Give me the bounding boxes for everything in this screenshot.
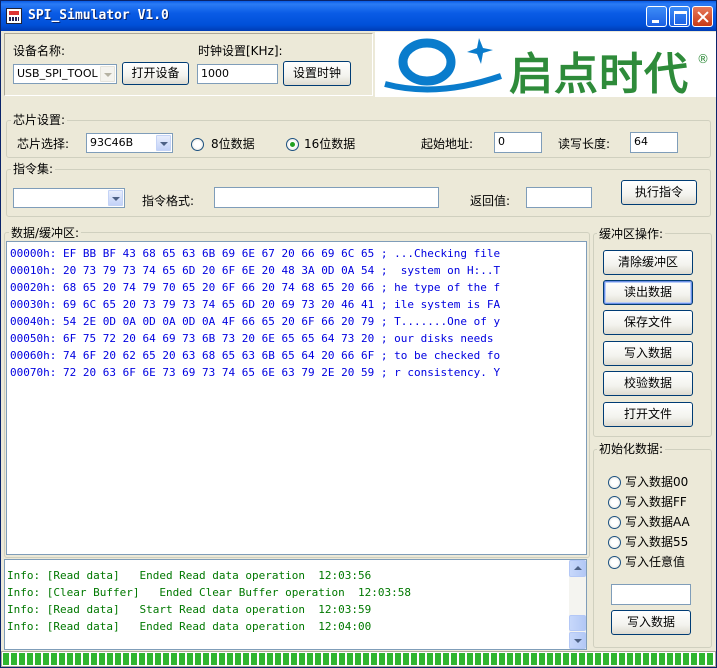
clock-input[interactable]: 1000 [197, 64, 278, 84]
radio-8bit-label[interactable]: 8位数据 [211, 137, 255, 151]
execute-command-button[interactable]: 执行指令 [621, 180, 697, 205]
init-data-title: 初始化数据: [597, 442, 666, 456]
radio-8bit[interactable] [191, 138, 204, 151]
command-select[interactable] [13, 188, 125, 208]
minimize-button[interactable] [646, 6, 667, 27]
app-icon[interactable] [6, 8, 22, 24]
init-write-button[interactable]: 写入数据 [611, 610, 691, 635]
logo-text: 启点时代 [509, 49, 689, 97]
chevron-down-icon[interactable] [156, 135, 171, 151]
log-line: Info: [Clear Buffer] Ended Clear Buffer … [7, 586, 411, 599]
radio-init-ff[interactable] [608, 496, 621, 509]
length-input[interactable]: 64 [630, 132, 678, 153]
window-title: SPI_Simulator V1.0 [28, 8, 169, 23]
open-device-button[interactable]: 打开设备 [122, 62, 189, 85]
chip-settings-title: 芯片设置: [11, 113, 68, 127]
log-scrollbar[interactable] [569, 560, 586, 649]
verify-data-button[interactable]: 校验数据 [603, 371, 693, 396]
clock-label: 时钟设置[KHz]: [198, 44, 283, 58]
length-label: 读写长度: [558, 137, 611, 151]
log-line: Info: [Read data] Start Read data operat… [7, 603, 372, 616]
progress-fill [3, 653, 714, 665]
device-name-select[interactable]: USB_SPI_TOOL [13, 64, 117, 84]
progress-bar [1, 651, 716, 667]
radio-16bit-label[interactable]: 16位数据 [304, 137, 355, 151]
scroll-up-icon[interactable] [569, 560, 586, 577]
format-label: 指令格式: [142, 194, 195, 208]
format-input[interactable] [214, 187, 439, 208]
hex-line: 00050h: 6F 75 72 20 64 69 73 6B 73 20 6E… [10, 332, 501, 345]
hex-line: 00000h: EF BB BF 43 68 65 63 6B 69 6E 67… [10, 247, 501, 260]
device-name-label: 设备名称: [13, 44, 66, 58]
hex-line: 00040h: 54 2E 0D 0A 0D 0A 0D 0A 4F 66 65… [10, 315, 501, 328]
init-value-input[interactable] [611, 584, 691, 605]
command-title: 指令集: [11, 162, 56, 176]
open-file-button[interactable]: 打开文件 [603, 402, 693, 427]
radio-init-00[interactable] [608, 476, 621, 489]
scroll-thumb[interactable] [569, 615, 586, 631]
logo-mark-icon [384, 38, 502, 93]
read-data-button[interactable]: 读出数据 [603, 280, 693, 305]
return-label: 返回值: [470, 194, 511, 208]
radio-init-any-label[interactable]: 写入任意值 [625, 555, 685, 569]
radio-16bit[interactable] [286, 138, 299, 151]
log-line: Info: [Read data] Ended Read data operat… [7, 569, 372, 582]
start-address-input[interactable]: 0 [494, 132, 542, 153]
chip-select-label: 芯片选择: [17, 137, 70, 151]
hex-line: 00030h: 69 6C 65 20 73 79 73 74 65 6D 20… [10, 298, 501, 311]
radio-init-any[interactable] [608, 556, 621, 569]
radio-init-00-label[interactable]: 写入数据00 [625, 475, 688, 489]
device-name-value: USB_SPI_TOOL [17, 67, 98, 80]
hex-line: 00070h: 72 20 63 6F 6E 73 69 73 74 65 6E… [10, 366, 501, 379]
hex-line: 00010h: 20 73 79 73 74 65 6D 20 6F 6E 20… [10, 264, 501, 277]
chip-select-value: 93C46B [90, 136, 134, 149]
logo-registered: ® [697, 52, 709, 66]
radio-init-aa[interactable] [608, 516, 621, 529]
chevron-down-icon[interactable] [100, 66, 115, 82]
write-data-button[interactable]: 写入数据 [603, 341, 693, 366]
radio-init-ff-label[interactable]: 写入数据FF [625, 495, 687, 509]
clear-buffer-button[interactable]: 清除缓冲区 [603, 250, 693, 275]
buffer-title: 数据/缓冲区: [9, 226, 82, 240]
chevron-down-icon[interactable] [108, 190, 123, 206]
log-view[interactable]: Info: [Read data] Ended Read data operat… [4, 559, 587, 650]
start-address-label: 起始地址: [421, 137, 474, 151]
radio-init-55[interactable] [608, 536, 621, 549]
scroll-down-icon[interactable] [569, 632, 586, 649]
close-button[interactable] [692, 6, 713, 27]
buffer-ops-title: 缓冲区操作: [597, 227, 666, 241]
chip-select[interactable]: 93C46B [86, 133, 173, 153]
buffer-hex-view[interactable]: 00000h: EF BB BF 43 68 65 63 6B 69 6E 67… [6, 241, 587, 555]
maximize-button[interactable] [669, 6, 690, 27]
radio-init-aa-label[interactable]: 写入数据AA [625, 515, 690, 529]
brand-logo: 启点时代 ® [375, 32, 716, 97]
main-window: SPI_Simulator V1.0 设备名称: USB_SPI_TOOL 打开… [0, 0, 717, 668]
radio-init-55-label[interactable]: 写入数据55 [625, 535, 688, 549]
title-bar[interactable]: SPI_Simulator V1.0 [1, 1, 716, 31]
return-input[interactable] [526, 187, 592, 208]
log-line: Info: [Read data] Ended Read data operat… [7, 620, 372, 633]
save-file-button[interactable]: 保存文件 [603, 310, 693, 335]
set-clock-button[interactable]: 设置时钟 [283, 61, 351, 86]
hex-line: 00020h: 68 65 20 74 79 70 65 20 6F 66 20… [10, 281, 501, 294]
hex-line: 00060h: 74 6F 20 62 65 20 63 68 65 63 6B… [10, 349, 501, 362]
